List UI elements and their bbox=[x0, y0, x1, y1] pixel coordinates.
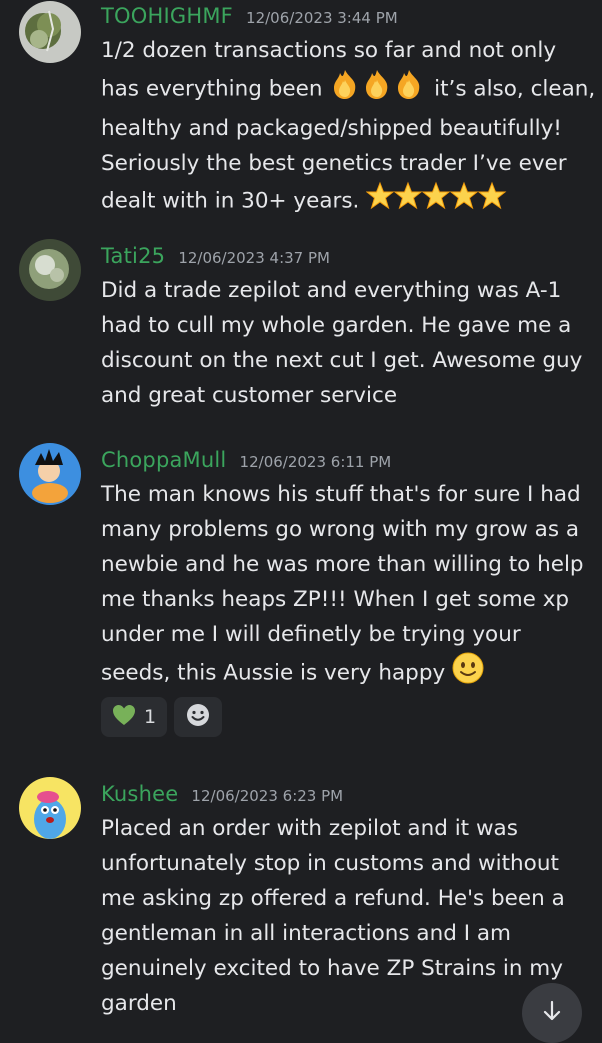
message-content: Did a trade zepilot and everything was A… bbox=[101, 273, 591, 413]
avatar[interactable] bbox=[19, 1, 81, 63]
message-header: TOOHIGHMF 12/06/2023 3:44 PM bbox=[101, 4, 398, 28]
reaction-count: 1 bbox=[143, 706, 157, 728]
username[interactable]: ChoppaMull bbox=[101, 448, 226, 472]
fire-emoji-icon bbox=[329, 68, 427, 111]
green-heart-icon bbox=[112, 704, 136, 730]
timestamp: 12/06/2023 6:23 PM bbox=[191, 787, 344, 805]
add-reaction-button[interactable] bbox=[174, 697, 222, 737]
message-header: Kushee 12/06/2023 6:23 PM bbox=[101, 782, 343, 806]
slightly-smiling-face-icon bbox=[452, 652, 484, 695]
star-emoji-icon bbox=[365, 181, 508, 222]
message-line: Placed an order with zepilot and it was bbox=[101, 816, 518, 841]
message-text: dealt with in 30+ years. bbox=[101, 188, 360, 214]
message-line: Did a trade zepilot and everything was A… bbox=[101, 278, 562, 303]
message-line: discount on the next cut I get. Awesome … bbox=[101, 348, 583, 373]
message-text: has everything been bbox=[101, 76, 323, 102]
message-header: Tati25 12/06/2023 4:37 PM bbox=[101, 244, 330, 268]
message-text: it’s also, clean, bbox=[434, 76, 596, 102]
avatar[interactable] bbox=[19, 777, 81, 839]
username[interactable]: Kushee bbox=[101, 782, 178, 806]
message-line: The man knows his stuff that's for sure … bbox=[101, 482, 581, 507]
reaction-bar: 1 bbox=[101, 697, 222, 737]
jump-to-present-button[interactable] bbox=[522, 983, 582, 1043]
message-header: ChoppaMull 12/06/2023 6:11 PM bbox=[101, 448, 391, 472]
message-text: seeds, this Aussie is very happy bbox=[101, 660, 446, 686]
message-line: garden bbox=[101, 991, 177, 1016]
username[interactable]: TOOHIGHMF bbox=[101, 4, 233, 28]
message-line: Seriously the best genetics trader I’ve … bbox=[101, 151, 567, 176]
reaction-green-heart[interactable]: 1 bbox=[101, 697, 167, 737]
add-reaction-icon bbox=[185, 702, 211, 732]
timestamp: 12/06/2023 4:37 PM bbox=[178, 249, 330, 267]
message-line: under me I will definetly be trying your bbox=[101, 622, 521, 647]
timestamp: 12/06/2023 6:11 PM bbox=[239, 453, 392, 471]
message-line: and great customer service bbox=[101, 383, 398, 408]
message-line: healthy and packaged/shipped beautifully… bbox=[101, 116, 562, 141]
message-content: 1/2 dozen transactions so far and not on… bbox=[101, 33, 595, 222]
message-line: seeds, this Aussie is very happy bbox=[101, 652, 591, 695]
message-content: The man knows his stuff that's for sure … bbox=[101, 477, 591, 695]
message-line: me asking zp offered a refund. He's been… bbox=[101, 886, 565, 911]
message-line: many problems go wrong with my grow as a bbox=[101, 517, 580, 542]
message-line: has everything been it’s also, clean, bbox=[101, 68, 595, 111]
message-line: unfortunately stop in customs and withou… bbox=[101, 851, 559, 876]
arrow-down-icon bbox=[540, 999, 564, 1027]
message-content: Placed an order with zepilot and it was … bbox=[101, 811, 591, 1021]
message-line: gentleman in all interactions and I am bbox=[101, 921, 511, 946]
message-line: dealt with in 30+ years. bbox=[101, 181, 591, 222]
message-line: had to cull my whole garden. He gave me … bbox=[101, 313, 572, 338]
avatar[interactable] bbox=[19, 443, 81, 505]
timestamp: 12/06/2023 3:44 PM bbox=[246, 9, 398, 27]
message-line: me thanks heaps ZP!!! When I get some xp bbox=[101, 587, 570, 612]
message-line: genuinely excited to have ZP Strains in … bbox=[101, 956, 563, 981]
message-line: newbie and he was more than willing to h… bbox=[101, 552, 584, 577]
username[interactable]: Tati25 bbox=[101, 244, 165, 268]
avatar[interactable] bbox=[19, 239, 81, 301]
message-line: 1/2 dozen transactions so far and not on… bbox=[101, 38, 557, 63]
